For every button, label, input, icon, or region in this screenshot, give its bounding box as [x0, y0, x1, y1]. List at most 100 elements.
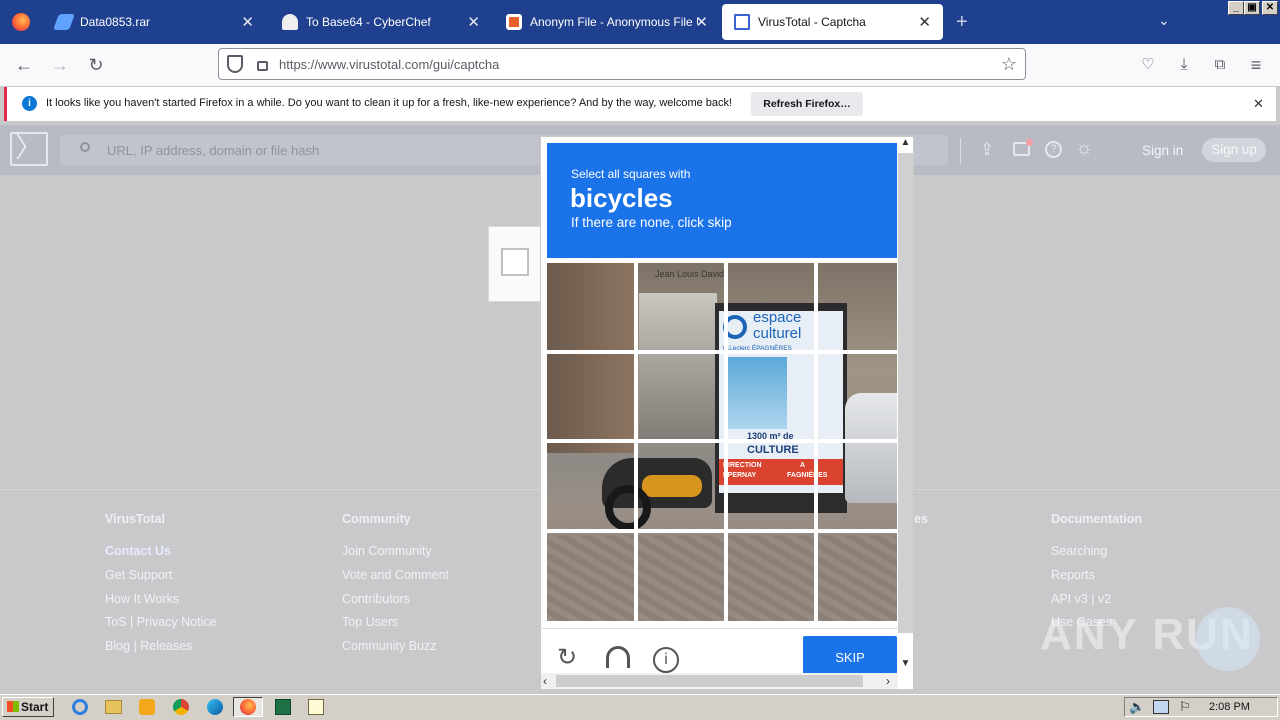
- tab-data0853[interactable]: Data0853.rar ✕: [44, 0, 266, 44]
- close-tab-icon[interactable]: ✕: [467, 13, 480, 31]
- grid-tile-2-4[interactable]: [814, 350, 897, 443]
- refresh-icon[interactable]: ↻: [557, 644, 577, 672]
- grid-tile-2-1[interactable]: [547, 350, 638, 443]
- footer-link-reports[interactable]: Reports: [1051, 568, 1095, 582]
- new-tab-icon[interactable]: +: [956, 11, 968, 34]
- reload-icon[interactable]: ↻: [84, 54, 108, 76]
- grid-tile-1-3[interactable]: [724, 263, 818, 354]
- sign-in-link[interactable]: Sign in: [1142, 143, 1183, 158]
- audio-headphones-icon[interactable]: [606, 646, 630, 668]
- close-tab-icon[interactable]: ✕: [918, 13, 931, 31]
- upload-icon[interactable]: ⇪: [980, 140, 994, 160]
- grid-tile-4-4[interactable]: [814, 529, 897, 621]
- bookmark-star-icon[interactable]: ☆: [1001, 54, 1017, 75]
- close-tab-icon[interactable]: ✕: [241, 13, 254, 31]
- chef-hat-icon: [282, 14, 298, 30]
- grid-tile-1-4[interactable]: [814, 263, 897, 354]
- lock-icon[interactable]: [257, 61, 268, 71]
- shield-icon[interactable]: [227, 55, 243, 73]
- tab-label: Anonym File - Anonymous File Uplo: [530, 15, 698, 29]
- menu-icon[interactable]: ≡: [1244, 54, 1268, 76]
- footer-link-vote-comment[interactable]: Vote and Comment: [342, 568, 449, 582]
- sign-up-button[interactable]: Sign up: [1202, 138, 1266, 162]
- footer-link-searching[interactable]: Searching: [1051, 544, 1107, 558]
- captcha-checkbox[interactable]: [501, 248, 529, 276]
- tab-cyberchef[interactable]: To Base64 - CyberChef ✕: [270, 0, 492, 44]
- back-icon[interactable]: ←: [12, 54, 36, 76]
- network-icon[interactable]: [1153, 700, 1169, 714]
- extensions-icon[interactable]: ⧉: [1208, 54, 1232, 76]
- firefox-menu-icon[interactable]: [12, 13, 30, 31]
- ie-icon[interactable]: [72, 699, 88, 715]
- url-bar[interactable]: https://www.virustotal.com/gui/captcha ☆: [218, 48, 1026, 80]
- grid-tile-4-2[interactable]: [634, 529, 728, 621]
- horizontal-scrollbar-thumb[interactable]: [556, 675, 863, 687]
- close-window-button[interactable]: ✕: [1262, 1, 1278, 15]
- grid-tile-3-4[interactable]: [814, 439, 897, 533]
- explorer-folder-icon[interactable]: [105, 700, 122, 714]
- footer-link-join-community[interactable]: Join Community: [342, 544, 432, 558]
- grid-tile-3-2[interactable]: [634, 439, 728, 533]
- grid-tile-2-2[interactable]: [634, 350, 728, 443]
- footer-link-tos-privacy[interactable]: ToS | Privacy Notice: [105, 615, 217, 629]
- grid-tile-2-3[interactable]: [724, 350, 818, 443]
- info-circle-icon[interactable]: i: [653, 647, 679, 673]
- captcha-image-grid: Jean Louis David espace culturel E.Lecle…: [547, 263, 897, 621]
- notepad-icon[interactable]: [308, 699, 324, 715]
- system-tray: [1124, 697, 1278, 717]
- close-notification-icon[interactable]: ✕: [1253, 96, 1264, 112]
- edge-icon[interactable]: [207, 699, 223, 715]
- start-button[interactable]: Start: [2, 697, 54, 717]
- footer-link-api[interactable]: API v3 | v2: [1051, 592, 1111, 606]
- footer-link-community-buzz[interactable]: Community Buzz: [342, 639, 436, 653]
- tab-virustotal[interactable]: VirusTotal - Captcha ✕: [722, 4, 943, 40]
- footer-link-blog-releases[interactable]: Blog | Releases: [105, 639, 192, 653]
- vertical-scrollbar-thumb[interactable]: [898, 153, 913, 633]
- scroll-right-icon[interactable]: ›: [886, 674, 890, 688]
- list-tabs-icon[interactable]: ⌄: [1158, 12, 1170, 29]
- tab-label: VirusTotal - Captcha: [758, 15, 866, 29]
- refresh-notification-bar: i It looks like you haven't started Fire…: [4, 87, 1276, 121]
- footer-link-top-users[interactable]: Top Users: [342, 615, 398, 629]
- grid-tile-1-1[interactable]: [547, 263, 638, 354]
- forward-icon[interactable]: →: [48, 54, 72, 76]
- media-player-icon[interactable]: [139, 699, 155, 715]
- refresh-firefox-button[interactable]: Refresh Firefox…: [751, 92, 863, 116]
- tab-label: To Base64 - CyberChef: [306, 15, 431, 29]
- action-center-flag-icon[interactable]: ⚐: [1179, 699, 1191, 715]
- grid-tile-4-3[interactable]: [724, 529, 818, 621]
- footer-link-how-it-works[interactable]: How It Works: [105, 592, 179, 606]
- grid-tile-3-3[interactable]: [724, 439, 818, 533]
- footer-link-contributors[interactable]: Contributors: [342, 592, 410, 606]
- search-placeholder: URL, IP address, domain or file hash: [107, 143, 320, 158]
- excel-icon[interactable]: [275, 699, 291, 715]
- grid-tile-1-2[interactable]: [634, 263, 728, 354]
- grid-tile-3-1[interactable]: [547, 439, 638, 533]
- pocket-icon[interactable]: ♡: [1136, 54, 1160, 76]
- scroll-down-icon[interactable]: ▼: [898, 658, 913, 672]
- downloads-icon[interactable]: ⤓: [1172, 54, 1196, 76]
- restore-button[interactable]: ▣: [1244, 1, 1260, 15]
- tab-anonym-file[interactable]: Anonym File - Anonymous File Uplo ✕: [494, 0, 720, 44]
- notification-dot: [1026, 139, 1033, 146]
- info-icon: i: [22, 96, 37, 111]
- minimize-button[interactable]: _: [1228, 1, 1244, 15]
- footer-heading-partial: es: [914, 512, 928, 526]
- skip-button[interactable]: SKIP: [803, 636, 897, 674]
- start-label: Start: [21, 700, 49, 714]
- tab-label: Data0853.rar: [80, 15, 151, 29]
- url-text[interactable]: https://www.virustotal.com/gui/captcha: [279, 57, 499, 72]
- windows-taskbar: [0, 694, 1280, 720]
- grid-tile-4-1[interactable]: [547, 529, 638, 621]
- footer-link-get-support[interactable]: Get Support: [105, 568, 172, 582]
- close-tab-icon[interactable]: ✕: [695, 13, 708, 31]
- captcha-footer-divider: [540, 628, 898, 629]
- volume-icon[interactable]: 🔈: [1129, 699, 1145, 715]
- header-divider: [960, 138, 961, 164]
- scroll-up-icon[interactable]: ▲: [898, 137, 913, 151]
- scroll-left-icon[interactable]: ‹: [543, 674, 547, 688]
- help-icon[interactable]: ?: [1045, 141, 1062, 158]
- theme-sun-icon[interactable]: ☼: [1075, 137, 1093, 160]
- footer-link-contact-us[interactable]: Contact Us: [105, 544, 171, 558]
- chrome-icon[interactable]: [173, 699, 189, 715]
